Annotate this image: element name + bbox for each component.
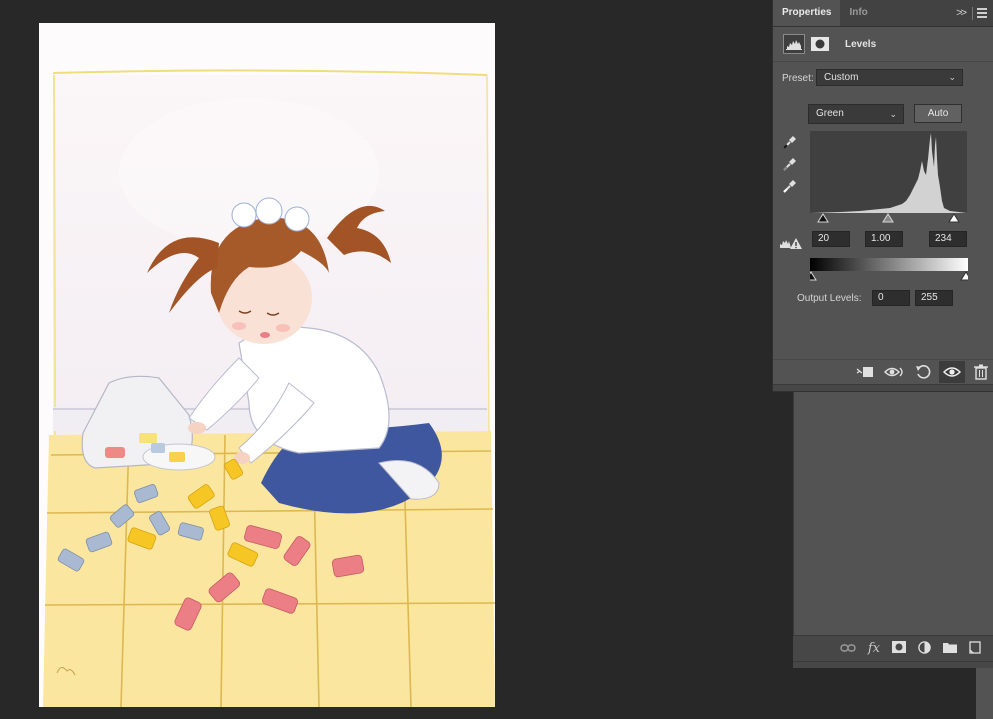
adjustment-layer-icon[interactable] [918, 640, 931, 657]
view-previous-state-icon[interactable] [881, 361, 907, 383]
tab-info[interactable]: Info [840, 0, 876, 26]
dock-edge-strip [976, 668, 993, 719]
trash-icon[interactable] [968, 361, 993, 383]
output-levels-label: Output Levels: [797, 293, 862, 304]
layer-mask-icon[interactable] [809, 34, 831, 54]
document-canvas[interactable] [39, 23, 495, 707]
output-gradient-bar [810, 258, 968, 271]
input-white-handle [948, 213, 960, 223]
output-levels-slider[interactable] [805, 271, 972, 283]
gray-point-eyedropper-icon[interactable] [782, 156, 798, 172]
panel-resize-grip[interactable] [773, 384, 993, 391]
output-white-field[interactable]: 255 [915, 290, 953, 306]
output-white-handle [960, 271, 972, 281]
clipping-warning-icon[interactable] [779, 236, 803, 250]
fx-icon[interactable]: fx [868, 641, 880, 656]
panel-menu-icon[interactable] [977, 8, 987, 20]
preset-dropdown[interactable]: Custom ⌄ [816, 69, 963, 86]
clip-to-layer-icon[interactable] [852, 361, 878, 383]
visibility-eye-icon[interactable] [939, 361, 965, 383]
double-chevron-right-icon[interactable]: >> [956, 7, 967, 19]
input-black-field[interactable]: 20 [812, 231, 850, 247]
panel-tab-bar: Properties Info >> [773, 0, 993, 27]
layers-panel [793, 392, 993, 668]
adjustment-header: Levels [773, 27, 993, 62]
output-black-handle [805, 271, 817, 281]
reset-icon[interactable] [910, 361, 936, 383]
tab-properties[interactable]: Properties [773, 0, 841, 26]
new-group-folder-icon[interactable] [943, 641, 957, 656]
link-layers-icon[interactable] [840, 642, 856, 656]
layers-panel-grip[interactable] [793, 661, 993, 668]
channel-value: Green [816, 108, 844, 119]
input-gamma-handle [882, 213, 894, 223]
output-black-field[interactable]: 0 [872, 290, 910, 306]
levels-histogram [810, 131, 967, 213]
white-point-eyedropper-icon[interactable] [782, 178, 798, 194]
artwork-illustration [39, 23, 495, 707]
add-mask-icon[interactable] [892, 641, 906, 656]
properties-footer [773, 359, 993, 384]
preset-value: Custom [824, 72, 859, 83]
input-gamma-field[interactable]: 1.00 [865, 231, 903, 247]
new-layer-icon[interactable] [969, 640, 981, 657]
chevron-down-icon: ⌄ [889, 109, 897, 119]
layers-toolbar: fx [793, 635, 993, 661]
tab-divider [972, 7, 973, 20]
adjustment-title: Levels [845, 38, 877, 50]
black-point-eyedropper-icon[interactable] [782, 134, 798, 150]
properties-panel: Properties Info >> Levels Preset: Custom… [772, 0, 993, 392]
input-black-handle [817, 213, 829, 223]
preset-label: Preset: [782, 73, 814, 84]
input-white-field[interactable]: 234 [929, 231, 967, 247]
levels-histogram-icon[interactable] [783, 34, 805, 54]
chevron-down-icon: ⌄ [948, 72, 956, 82]
input-levels-slider[interactable] [810, 213, 967, 225]
channel-dropdown[interactable]: Green ⌄ [808, 104, 904, 124]
auto-button[interactable]: Auto [914, 104, 962, 123]
